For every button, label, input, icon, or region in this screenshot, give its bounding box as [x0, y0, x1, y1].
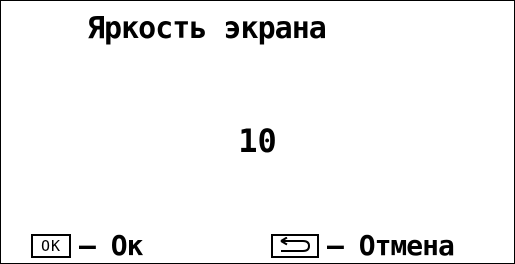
back-arrow-icon	[271, 234, 319, 258]
brightness-value[interactable]: 10	[1, 121, 514, 161]
ok-hint[interactable]: OK – Ок	[31, 229, 143, 262]
brightness-screen: Яркость экрана 10 OK – Ок – Отмена	[0, 0, 515, 264]
screen-title: Яркость экрана	[87, 11, 327, 46]
cancel-hint[interactable]: – Отмена	[271, 229, 455, 262]
ok-hint-label: – Ок	[79, 229, 143, 262]
cancel-hint-label: – Отмена	[327, 229, 455, 262]
ok-key-icon: OK	[31, 234, 71, 258]
